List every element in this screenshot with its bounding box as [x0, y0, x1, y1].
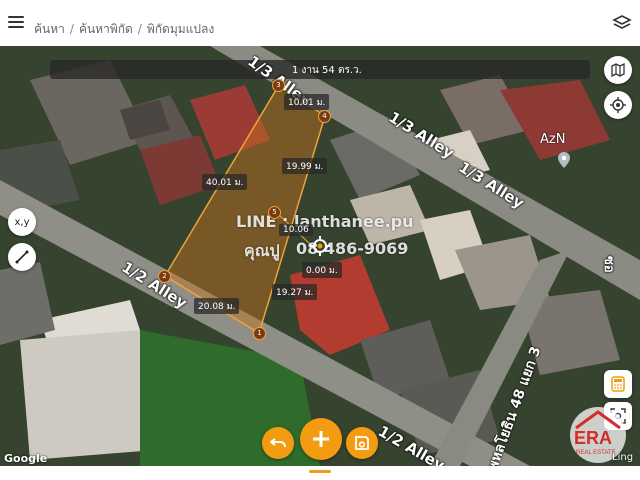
xy-coordinate-button[interactable]: x,y — [8, 208, 36, 236]
breadcrumb-item-corner-coordinates: พิกัดมุมแปลง — [146, 22, 215, 36]
xy-label: x,y — [14, 216, 30, 228]
undo-button[interactable] — [262, 427, 294, 459]
street-label: ซอ — [601, 256, 616, 273]
calculator-icon — [611, 376, 625, 392]
add-point-button[interactable] — [300, 418, 342, 460]
bottom-sheet-bar — [0, 466, 640, 480]
watermark-name: คุณปู — [244, 241, 280, 260]
breadcrumb-item-coordinate-search[interactable]: ค้นหาพิกัด — [79, 22, 133, 36]
ruler-button[interactable] — [8, 243, 36, 271]
era-logo-subtext: REAL ESTATE — [576, 450, 616, 456]
corner-point[interactable]: 4 — [318, 110, 331, 123]
save-icon — [355, 436, 369, 450]
measurement-label: 20.08 ม. — [194, 298, 240, 314]
measurement-label: 10.06 — [279, 224, 313, 236]
breadcrumb-separator: / — [137, 22, 142, 36]
hamburger-menu-icon[interactable] — [8, 16, 24, 28]
measurement-label: 19.27 ม. — [272, 284, 318, 300]
watermark-line: LINE : lanthanee.pu — [236, 212, 414, 231]
layers-icon[interactable] — [612, 14, 632, 32]
measurement-label: 19.99 ม. — [282, 158, 328, 174]
breadcrumb-item-search[interactable]: ค้นหา — [34, 22, 65, 36]
bottom-sheet-handle[interactable] — [309, 470, 331, 473]
measurement-label: 40.01 ม. — [202, 174, 248, 190]
google-attribution: Google — [4, 452, 48, 465]
center-crosshair-icon — [310, 236, 330, 256]
locate-button[interactable] — [604, 91, 632, 119]
map-icon — [611, 63, 625, 77]
poi-label: AzN — [540, 132, 566, 147]
corner-point[interactable]: 1 — [253, 327, 266, 340]
era-logo-text: ERA — [574, 428, 613, 448]
ling-label: Ling — [612, 452, 634, 463]
plus-icon — [313, 431, 329, 447]
area-label: 1 งาน 54 ตร.ว. — [292, 65, 362, 76]
corner-point[interactable]: 2 — [158, 270, 171, 283]
map-pin-icon[interactable] — [558, 152, 570, 168]
corner-point[interactable]: 5 — [268, 206, 281, 219]
corner-point[interactable]: 3 — [272, 79, 285, 92]
measurement-label: 10.01 ม. — [284, 94, 330, 110]
crosshair-locate-icon — [610, 97, 626, 113]
breadcrumb-separator: / — [69, 22, 74, 36]
calculator-button[interactable] — [604, 370, 632, 398]
ruler-line-icon — [15, 250, 29, 264]
save-button[interactable] — [346, 427, 378, 459]
measurement-label: 0.00 ม. — [302, 262, 342, 278]
satellite-map[interactable]: 1 งาน 54 ตร.ว. 1/3 Alley 1/3 Alley 1/3 A… — [0, 46, 640, 466]
undo-icon — [270, 438, 286, 448]
breadcrumb: ค้นหา / ค้นหาพิกัด / พิกัดมุมแปลง — [34, 20, 214, 39]
top-app-bar: ค้นหา / ค้นหาพิกัด / พิกัดมุมแปลง — [0, 0, 640, 46]
map-type-button[interactable] — [604, 56, 632, 84]
